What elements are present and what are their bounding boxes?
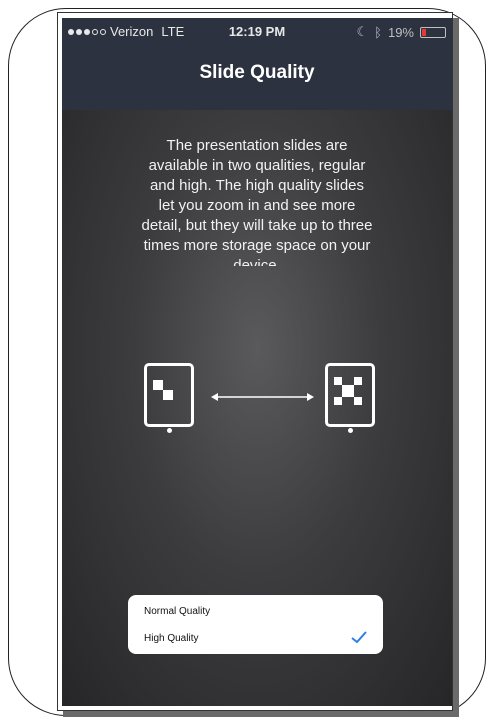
option-high-quality[interactable]: High Quality bbox=[128, 624, 383, 652]
quality-illustration bbox=[62, 363, 452, 453]
battery-percent: 19% bbox=[387, 24, 414, 40]
bluetooth-icon: ᛒ bbox=[374, 24, 382, 40]
description-text: The presentation slides are available in… bbox=[141, 137, 373, 266]
screenshot-container: Verizon LTE 12:19 PM ☾ ᛒ 19% Slide Quali… bbox=[57, 12, 453, 711]
home-button-icon bbox=[166, 428, 172, 433]
crescent-moon-icon: ☾ bbox=[356, 24, 369, 39]
status-bar: Verizon LTE 12:19 PM ☾ ᛒ 19% bbox=[62, 24, 452, 42]
option-label: Normal Quality bbox=[144, 605, 211, 617]
low-res-pattern-icon bbox=[153, 380, 173, 400]
high-res-pattern-icon bbox=[334, 377, 362, 405]
battery-fill bbox=[422, 28, 426, 36]
home-button-icon bbox=[347, 428, 353, 433]
option-label: High Quality bbox=[144, 632, 199, 644]
quality-options-list: Normal Quality High Quality bbox=[128, 595, 383, 654]
phone-screen: Verizon LTE 12:19 PM ☾ ᛒ 19% Slide Quali… bbox=[62, 18, 452, 706]
page-title: Slide Quality bbox=[199, 62, 315, 83]
navigation-bar: Verizon LTE 12:19 PM ☾ ᛒ 19% Slide Quali… bbox=[62, 18, 452, 110]
double-arrow-icon bbox=[211, 393, 314, 401]
status-right: ☾ ᛒ 19% bbox=[356, 24, 446, 40]
tablet-normal-quality-icon bbox=[144, 363, 194, 433]
checkmark-icon bbox=[351, 631, 367, 644]
tablet-high-quality-icon bbox=[325, 363, 375, 433]
option-normal-quality[interactable]: Normal Quality bbox=[128, 597, 383, 625]
battery-icon bbox=[420, 26, 446, 38]
